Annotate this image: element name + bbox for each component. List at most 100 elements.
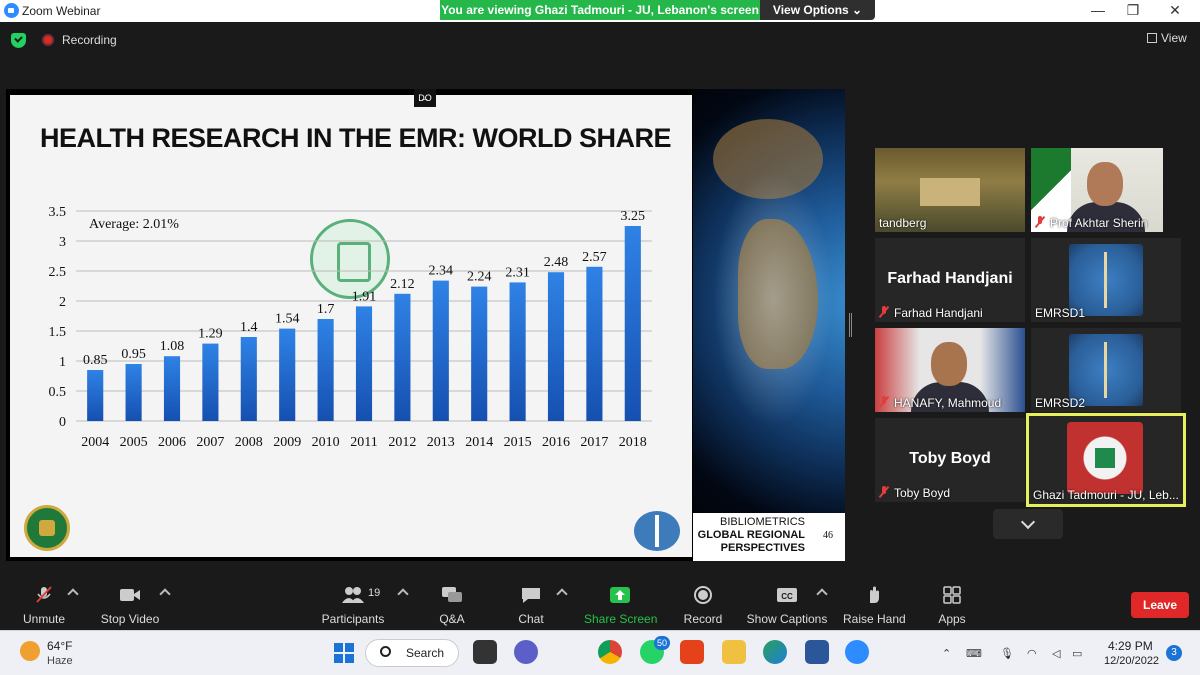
show-captions-button[interactable]: CC Show Captions	[746, 578, 828, 630]
participant-tile[interactable]: Prof Akhtar Sherin	[1031, 148, 1163, 232]
participant-tile[interactable]: EMRSD2	[1031, 328, 1181, 412]
office-icon[interactable]	[680, 640, 704, 664]
keyboard-icon[interactable]: ⌨	[966, 647, 982, 660]
draw-on-screen-icon[interactable]: D̶O	[414, 89, 436, 107]
record-icon	[694, 586, 712, 604]
close-button[interactable]: ✕	[1155, 0, 1195, 22]
edge-icon[interactable]	[763, 640, 787, 664]
x-tick-label: 2013	[427, 435, 455, 450]
active-speaker-tile[interactable]: Ghazi Tadmouri - JU, Leb...	[1026, 413, 1186, 507]
bar-value-label: 2.24	[467, 270, 492, 285]
clock-date[interactable]: 12/20/2022	[1104, 655, 1159, 667]
taskbar-search[interactable]: Search	[365, 639, 459, 667]
x-tick-label: 2004	[81, 435, 109, 450]
minimize-button[interactable]: —	[1078, 0, 1118, 22]
bar	[355, 306, 373, 421]
average-annotation: Average: 2.01%	[89, 217, 179, 232]
y-tick-label: 3.5	[49, 205, 67, 220]
participant-name: Prof Akhtar Sherin	[1035, 216, 1147, 230]
show-hidden-icons[interactable]: ⌃	[942, 647, 951, 660]
y-tick-label: 2.5	[49, 265, 67, 280]
chrome-icon[interactable]	[598, 640, 622, 664]
y-tick-label: 3	[59, 235, 66, 250]
bar	[317, 319, 334, 421]
chat-button[interactable]: Chat	[511, 578, 551, 630]
chat-options-caret[interactable]	[556, 588, 568, 600]
x-tick-label: 2007	[196, 435, 224, 450]
bar-value-label: 2.34	[429, 264, 454, 279]
participant-name: HANAFY, Mahmoud	[879, 396, 1001, 410]
view-button[interactable]: View	[1161, 31, 1187, 45]
weather-haze-icon[interactable]	[20, 641, 40, 661]
search-icon	[380, 646, 391, 657]
y-tick-label: 0	[59, 415, 66, 430]
qa-icon	[442, 587, 462, 602]
recording-label: Recording	[62, 33, 117, 47]
wifi-icon[interactable]: ◠	[1027, 647, 1037, 660]
bar-value-label: 2.48	[544, 255, 569, 270]
participant-tile[interactable]: EMRSD1	[1031, 238, 1181, 322]
footer-line-3: PERSPECTIVES	[720, 542, 805, 554]
microphone-icon[interactable]: 🎙	[1000, 647, 1014, 660]
file-explorer-icon[interactable]	[722, 640, 746, 664]
participants-options-caret[interactable]	[397, 588, 409, 600]
weather-condition[interactable]: Haze	[47, 655, 73, 667]
gallery-next-page-button[interactable]	[993, 509, 1063, 539]
share-screen-button[interactable]: Share Screen	[584, 578, 657, 630]
unmute-button[interactable]: Unmute	[14, 578, 74, 630]
participant-name: Toby Boyd	[879, 486, 950, 500]
battery-icon[interactable]: ▭	[1072, 647, 1082, 660]
security-shield-icon[interactable]	[11, 33, 26, 48]
bar-value-label: 0.85	[83, 353, 108, 368]
university-logo	[24, 505, 70, 551]
bar	[432, 280, 449, 421]
zoom-taskbar-icon[interactable]	[845, 640, 869, 664]
apps-button[interactable]: Apps	[932, 578, 972, 630]
task-view-icon[interactable]	[473, 640, 497, 664]
leave-button[interactable]: Leave	[1131, 592, 1189, 618]
whatsapp-icon[interactable]: 50	[640, 636, 670, 664]
earth-image	[693, 89, 845, 561]
window-title: Zoom Webinar	[22, 4, 101, 18]
participant-tile[interactable]: HANAFY, Mahmoud	[875, 328, 1025, 412]
mic-muted-icon	[879, 396, 889, 408]
view-options-button[interactable]: View Options ⌄	[760, 0, 875, 20]
bar-chart: 0 0.5 1 1.5 2 2.5 3 3.5 Average: 2.01% 0.85 2004 0.…	[49, 205, 652, 450]
participants-icon	[342, 587, 364, 603]
bar	[163, 356, 181, 421]
x-tick-label: 2009	[273, 435, 301, 450]
x-tick-label: 2016	[542, 435, 570, 450]
bar-value-label: 2.31	[505, 265, 530, 280]
x-tick-label: 2008	[235, 435, 263, 450]
panel-resize-handle[interactable]	[849, 313, 852, 337]
y-tick-label: 2	[59, 295, 66, 310]
x-tick-label: 2012	[388, 435, 416, 450]
bar	[586, 266, 603, 421]
qa-button[interactable]: Q&A	[430, 578, 474, 630]
participant-tile[interactable]: Toby Boyd Toby Boyd	[875, 418, 1025, 502]
clock-time[interactable]: 4:29 PM	[1108, 639, 1153, 653]
weather-temperature[interactable]: 64°F	[47, 639, 72, 653]
volume-icon[interactable]: ◁	[1052, 647, 1060, 660]
restore-button[interactable]: ❐	[1113, 0, 1153, 22]
y-tick-label: 1.5	[49, 325, 67, 340]
stop-video-button[interactable]: Stop Video	[98, 578, 162, 630]
notification-badge[interactable]: 3	[1166, 645, 1182, 661]
bar	[624, 226, 641, 421]
record-button[interactable]: Record	[680, 578, 726, 630]
bar	[471, 286, 488, 421]
teams-chat-icon[interactable]	[514, 640, 538, 664]
x-tick-label: 2018	[619, 435, 647, 450]
participants-button[interactable]: Participants	[320, 578, 386, 630]
windows-start-icon[interactable]	[334, 643, 354, 663]
raise-hand-button[interactable]: Raise Hand	[843, 578, 906, 630]
view-grid-icon[interactable]	[1147, 33, 1157, 43]
bar-value-label: 1.91	[352, 289, 377, 304]
participant-tile[interactable]: tandberg	[875, 148, 1025, 232]
participant-tile[interactable]: Farhad Handjani Farhad Handjani	[875, 238, 1025, 322]
word-icon[interactable]	[805, 640, 829, 664]
svg-text:CC: CC	[781, 592, 793, 601]
x-tick-label: 2017	[580, 435, 608, 450]
bar-value-label: 2.12	[390, 277, 415, 292]
mic-muted-icon	[1035, 216, 1045, 228]
